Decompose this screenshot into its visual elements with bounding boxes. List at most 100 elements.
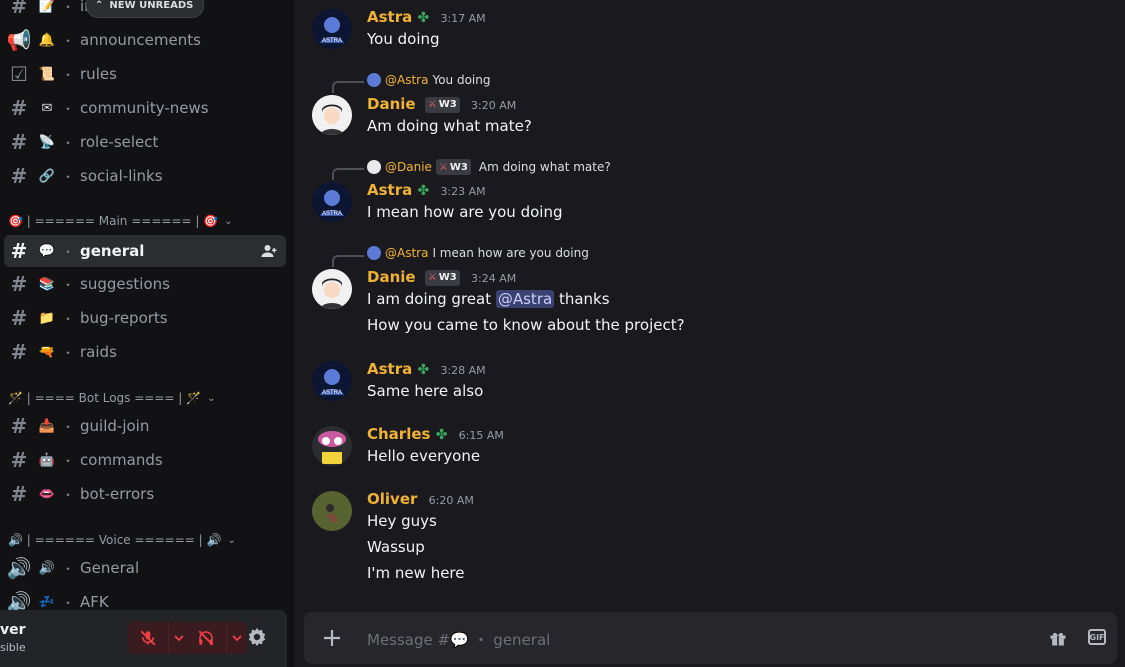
mute-microphone-button[interactable] bbox=[128, 622, 189, 654]
channel-item-raids[interactable]: # 🔫 ・ raids bbox=[4, 336, 286, 368]
channel-label: bot-errors bbox=[80, 485, 155, 503]
gift-icon[interactable] bbox=[1048, 628, 1068, 648]
message-author[interactable]: Charles ✤ 6:15 AM bbox=[367, 425, 504, 443]
channel-item-bot-errors[interactable]: # 👄 ・ bot-errors bbox=[4, 478, 286, 510]
channel-emoji: 📁 bbox=[38, 310, 56, 326]
channel-item-rules[interactable]: ☑ 📜 ・ rules bbox=[4, 58, 286, 90]
text-channel-icon: # bbox=[10, 130, 28, 154]
message-composer[interactable]: Message #💬 ・ general GIF bbox=[304, 612, 1117, 664]
role-badge[interactable]: ⚔ W3 bbox=[424, 269, 460, 286]
invite-user-icon[interactable] bbox=[260, 242, 278, 260]
category-voice[interactable]: 🔊 | ====== Voice ====== | 🔊 ⌄ bbox=[8, 530, 236, 550]
gif-icon[interactable]: GIF bbox=[1088, 629, 1106, 645]
channel-emoji: 🔗 bbox=[38, 168, 56, 184]
add-attachment-icon[interactable] bbox=[320, 626, 344, 650]
category-main[interactable]: 🎯 | ====== Main ====== | 🎯 ⌄ bbox=[8, 211, 233, 231]
channel-item-bug-reports[interactable]: # 📁 ・ bug-reports bbox=[4, 302, 286, 334]
channel-item-suggestions[interactable]: # 📚 ・ suggestions bbox=[4, 268, 286, 300]
deafen-button[interactable] bbox=[186, 622, 247, 654]
message-text: Hello everyone bbox=[367, 447, 481, 465]
sword-icon: ⚔ bbox=[438, 161, 448, 173]
sword-icon: ⚔ bbox=[427, 272, 437, 283]
avatar[interactable] bbox=[312, 426, 352, 466]
channel-sidebar: # 📝 ・ in ⌃ NEW UNREADS 📢 🔔 ・ announcemen… bbox=[0, 0, 294, 667]
avatar[interactable]: ASTRA bbox=[312, 9, 352, 49]
channel-label: role-select bbox=[80, 133, 159, 151]
message-author[interactable]: Danie ⚔ W3 3:20 AM bbox=[367, 95, 516, 113]
message-author[interactable]: Astra ✤ 3:23 AM bbox=[367, 181, 486, 199]
avatar[interactable]: ASTRA bbox=[312, 182, 352, 222]
chevron-up-icon: ⌃ bbox=[95, 0, 104, 11]
message-timestamp: 6:15 AM bbox=[458, 429, 504, 442]
separator-dot: ・ bbox=[62, 311, 75, 326]
channel-item-general[interactable]: # 💬 ・ general bbox=[4, 235, 286, 267]
text-channel-icon: # bbox=[10, 448, 28, 472]
microphone-muted-icon bbox=[128, 629, 168, 647]
channel-emoji: 💤 bbox=[38, 594, 56, 610]
channel-emoji: 💬 bbox=[38, 243, 56, 259]
separator-dot: ・ bbox=[62, 101, 75, 116]
role-badge[interactable]: ⚔ W3 bbox=[424, 96, 460, 113]
reply-preview[interactable]: @Danie ⚔ W3 Am doing what mate? bbox=[367, 159, 611, 175]
text-channel-icon: # bbox=[10, 0, 28, 18]
separator-dot: ・ bbox=[62, 33, 75, 48]
separator-dot: ・ bbox=[62, 595, 75, 610]
sword-icon: ⚔ bbox=[427, 99, 437, 110]
message-timestamp: 6:20 AM bbox=[428, 494, 474, 507]
channel-label: general bbox=[80, 242, 145, 260]
message-timestamp: 3:17 AM bbox=[440, 12, 486, 25]
voice-channel-general[interactable]: 🔊 🔊 ・ General bbox=[4, 552, 286, 584]
category-bot-logs[interactable]: 🪄 | ==== Bot Logs ==== | 🪄 ⌄ bbox=[8, 388, 215, 408]
author-name[interactable]: Astra bbox=[367, 8, 412, 26]
channel-item-social-links[interactable]: # 🔗 ・ social-links bbox=[4, 160, 286, 192]
text-segment: thanks bbox=[554, 290, 610, 308]
avatar[interactable] bbox=[312, 269, 352, 309]
text-channel-icon: # bbox=[10, 414, 28, 438]
rules-checkbox-icon: ☑ bbox=[10, 62, 28, 86]
new-unreads-button[interactable]: ⌃ NEW UNREADS bbox=[86, 0, 205, 18]
author-name[interactable]: Charles bbox=[367, 425, 430, 443]
user-mention[interactable]: @Astra bbox=[495, 290, 555, 308]
gear-icon[interactable] bbox=[246, 626, 268, 648]
message-text: I mean how are you doing bbox=[367, 203, 563, 221]
message-author[interactable]: Astra ✤ 3:28 AM bbox=[367, 360, 486, 378]
avatar[interactable]: ASTRA bbox=[312, 361, 352, 401]
author-name[interactable]: Danie bbox=[367, 95, 416, 113]
channel-item-commands[interactable]: # 🤖 ・ commands bbox=[4, 444, 286, 476]
separator-dot: ・ bbox=[62, 453, 75, 468]
message-author[interactable]: Astra ✤ 3:17 AM bbox=[367, 8, 486, 26]
avatar[interactable] bbox=[312, 491, 352, 531]
reply-preview[interactable]: @Astra You doing bbox=[367, 73, 490, 87]
category-label: 🪄 | ==== Bot Logs ==== | 🪄 bbox=[8, 391, 202, 405]
message-timestamp: 3:23 AM bbox=[440, 185, 486, 198]
verified-badge-icon: ✤ bbox=[435, 427, 448, 443]
avatar[interactable] bbox=[312, 95, 352, 135]
message-text: Wassup bbox=[367, 538, 425, 556]
verified-badge-icon: ✤ bbox=[417, 183, 430, 199]
badge-label: W3 bbox=[438, 272, 457, 283]
chevron-down-icon[interactable] bbox=[226, 622, 247, 654]
channel-emoji: 📜 bbox=[38, 66, 56, 82]
user-panel: ver sible bbox=[0, 610, 287, 667]
reply-preview[interactable]: @Astra I mean how are you doing bbox=[367, 246, 589, 260]
user-name[interactable]: ver bbox=[0, 622, 26, 638]
chevron-down-icon: ⌄ bbox=[207, 392, 216, 404]
channel-item-community-news[interactable]: # ✉ ・ community-news bbox=[4, 92, 286, 124]
text-channel-icon: # bbox=[10, 340, 28, 364]
channel-emoji: 🔔 bbox=[38, 32, 56, 48]
channel-item-guild-join[interactable]: # 📥 ・ guild-join bbox=[4, 410, 286, 442]
message-author[interactable]: Oliver 6:20 AM bbox=[367, 490, 474, 508]
message-timestamp: 3:24 AM bbox=[471, 272, 517, 285]
author-name[interactable]: Danie bbox=[367, 268, 416, 286]
channel-item-role-select[interactable]: # 📡 ・ role-select bbox=[4, 126, 286, 158]
channel-emoji: 📡 bbox=[38, 134, 56, 150]
message-input[interactable]: Message #💬 ・ general bbox=[367, 629, 550, 650]
reply-connector bbox=[332, 81, 364, 93]
text-channel-icon: # bbox=[10, 96, 28, 120]
message-author[interactable]: Danie ⚔ W3 3:24 AM bbox=[367, 268, 516, 286]
author-name[interactable]: Astra bbox=[367, 360, 412, 378]
author-name[interactable]: Astra bbox=[367, 181, 412, 199]
author-name[interactable]: Oliver bbox=[367, 490, 417, 508]
channel-emoji: 📥 bbox=[38, 418, 56, 434]
channel-item-announcements[interactable]: 📢 🔔 ・ announcements bbox=[4, 24, 286, 56]
